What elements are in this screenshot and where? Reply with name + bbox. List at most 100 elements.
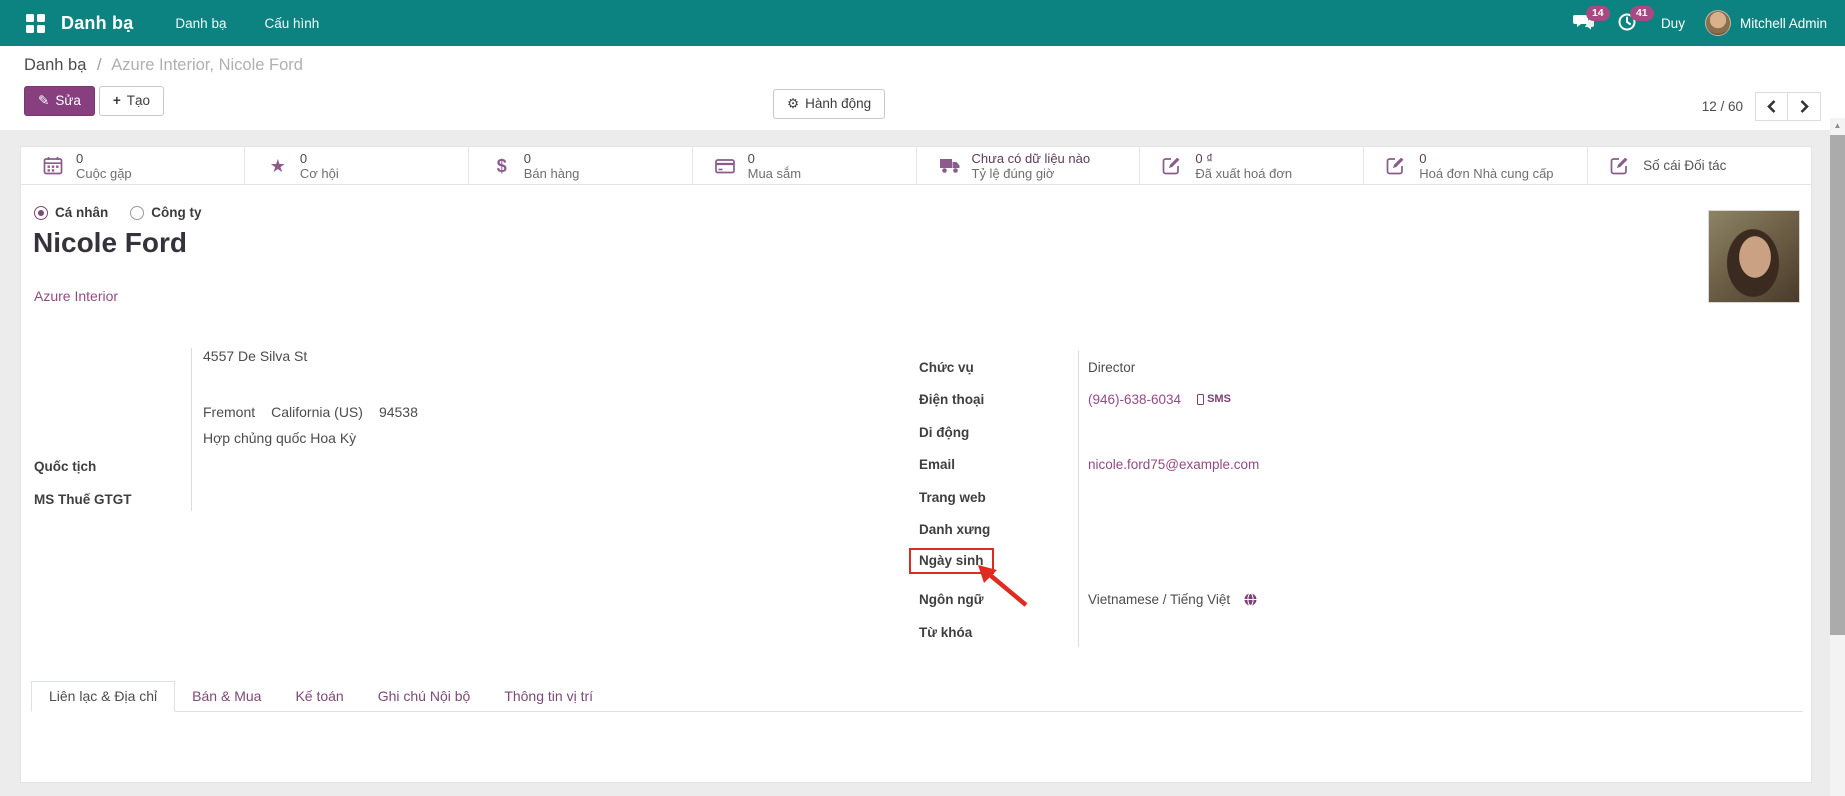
user-name: Mitchell Admin [1740,16,1827,31]
stat-button-vendor-bills[interactable]: 0 Hoá đơn Nhà cung cấp [1364,147,1588,184]
field-row-phone: Điện thoại (946)-638-6034 SMS [919,387,1779,411]
invoice-icon [1610,156,1632,175]
chevron-left-icon [1767,100,1776,113]
address-city-line[interactable]: FremontCalifornia (US)94538 [203,404,434,420]
field-label-phone: Điện thoại [919,392,1088,407]
field-label-tags: Từ khóa [919,625,1088,640]
app-title[interactable]: Danh bạ [61,13,133,34]
radio-company[interactable]: Công ty [130,205,201,220]
field-label-email: Email [919,457,1088,472]
company-type-selector: Cá nhân Công ty [34,205,202,220]
tab-contacts-addresses[interactable]: Liên lạc & Địa chỉ [31,681,175,712]
address-street[interactable]: 4557 De Silva St [203,348,307,364]
action-button[interactable]: ⚙Hành động [773,89,885,119]
field-row-email: Email nicole.ford75@example.com [919,452,1779,476]
navbar-menus: Danh bạ Cấu hình [175,16,319,31]
messages-icon[interactable]: 14 [1573,12,1597,34]
scrollbar-thumb[interactable] [1830,135,1845,635]
user-menu[interactable]: Mitchell Admin [1705,10,1827,36]
pager: 12 / 60 [1702,92,1821,121]
phone-link[interactable]: (946)-638-6034 [1088,392,1181,407]
stat-button-meetings[interactable]: 0 Cuộc gặp [21,147,245,184]
parent-company-link[interactable]: Azure Interior [34,288,118,304]
activities-badge: 41 [1630,6,1654,21]
dollar-icon: $ [491,156,513,176]
gear-icon: ⚙ [787,96,799,111]
user-avatar [1705,10,1731,36]
form-sheet: 0 Cuộc gặp ★ 0 Cơ hội $ 0 Bán hàng 0 [20,146,1812,783]
address-separator [191,348,192,511]
field-label-citizenship: Quốc tịch [34,459,96,474]
sms-label: SMS [1207,393,1231,405]
star-icon: ★ [267,156,289,176]
invoice-icon [1386,156,1408,175]
field-row-tags: Từ khóa [919,620,1779,644]
field-value-language[interactable]: Vietnamese / Tiếng Việt [1088,592,1230,607]
contact-photo[interactable] [1708,210,1800,303]
credit-card-icon [715,158,737,174]
pager-next-button[interactable] [1788,92,1821,121]
menu-danh-ba[interactable]: Danh bạ [175,16,226,31]
address-country[interactable]: Hợp chủng quốc Hoa Kỳ [203,430,356,446]
annotation-arrow-icon [974,563,1036,611]
field-row-job: Chức vụ Director [919,355,1779,379]
mobile-icon [1197,394,1204,405]
vertical-scrollbar[interactable]: ▲ [1830,118,1845,796]
truck-icon [939,157,961,174]
control-panel: Danh bạ / Azure Interior, Nicole Ford ✎S… [0,46,1845,130]
chevron-right-icon [1800,100,1809,113]
stat-button-opportunities[interactable]: ★ 0 Cơ hội [245,147,469,184]
notebook-tabs: Liên lạc & Địa chỉ Bán & Mua Kế toán Ghi… [31,681,1803,712]
calendar-icon [43,156,65,175]
radio-dot [130,206,144,220]
field-label-mobile: Di động [919,425,1088,440]
tab-internal-notes[interactable]: Ghi chú Nội bộ [361,682,488,711]
field-label-vat: MS Thuế GTGT [34,492,132,507]
edit-button[interactable]: ✎Sửa [24,86,95,116]
field-row-title: Danh xưng [919,517,1779,541]
plus-icon: + [113,93,121,108]
field-label-title: Danh xưng [919,522,1088,537]
record-name: Nicole Ford [33,227,187,259]
scroll-up-icon[interactable]: ▲ [1830,118,1845,134]
invoice-icon [1162,156,1184,175]
radio-individual[interactable]: Cá nhân [34,205,108,220]
pager-count: 12 / 60 [1702,99,1743,114]
radio-dot [34,206,48,220]
field-value-job-position[interactable]: Director [1088,360,1135,375]
address-zip: 94538 [379,404,418,420]
field-row-website: Trang web [919,485,1779,509]
breadcrumb-parent[interactable]: Danh bạ [24,56,86,74]
breadcrumb-current: Azure Interior, Nicole Ford [111,56,303,74]
globe-icon[interactable] [1244,593,1257,606]
email-link[interactable]: nicole.ford75@example.com [1088,457,1259,472]
stat-button-invoiced[interactable]: 0 ₫ Đã xuất hoá đơn [1140,147,1364,184]
activities-icon[interactable]: 41 [1617,12,1641,34]
create-button[interactable]: +Tạo [99,86,164,116]
stat-button-sales[interactable]: $ 0 Bán hàng [469,147,693,184]
stat-button-box: 0 Cuộc gặp ★ 0 Cơ hội $ 0 Bán hàng 0 [21,147,1811,185]
messages-badge: 14 [1586,6,1610,21]
apps-menu-icon[interactable] [26,14,45,33]
menu-cau-hinh[interactable]: Cấu hình [264,16,319,31]
sms-button[interactable]: SMS [1197,393,1231,405]
tab-accounting[interactable]: Kế toán [278,682,360,711]
field-label-job: Chức vụ [919,360,1088,375]
stat-button-purchases[interactable]: 0 Mua sắm [693,147,917,184]
field-row-mobile: Di động [919,420,1779,444]
pencil-icon: ✎ [38,93,49,108]
pager-previous-button[interactable] [1755,92,1788,121]
company-switcher[interactable]: Duy [1661,16,1685,31]
stat-button-partner-ledger[interactable]: Số cái Đối tác [1588,147,1811,184]
stat-button-on-time-rate[interactable]: Chưa có dữ liệu nào Tỷ lệ đúng giờ [917,147,1141,184]
address-state: California (US) [271,404,363,420]
tab-sales-purchase[interactable]: Bán & Mua [175,682,278,711]
breadcrumb-separator: / [97,56,102,74]
field-row-birthdate: Ngày sinh [919,549,1779,573]
tab-location-info[interactable]: Thông tin vị trí [487,682,610,711]
top-navbar: Danh bạ Danh bạ Cấu hình 14 41 Duy Mitch… [0,0,1845,46]
field-row-language: Ngôn ngữ Vietnamese / Tiếng Việt [919,587,1779,611]
breadcrumb: Danh bạ / Azure Interior, Nicole Ford [24,56,1821,75]
form-content: Cá nhân Công ty Nicole Ford Azure Interi… [21,185,1811,782]
field-label-website: Trang web [919,490,1088,505]
